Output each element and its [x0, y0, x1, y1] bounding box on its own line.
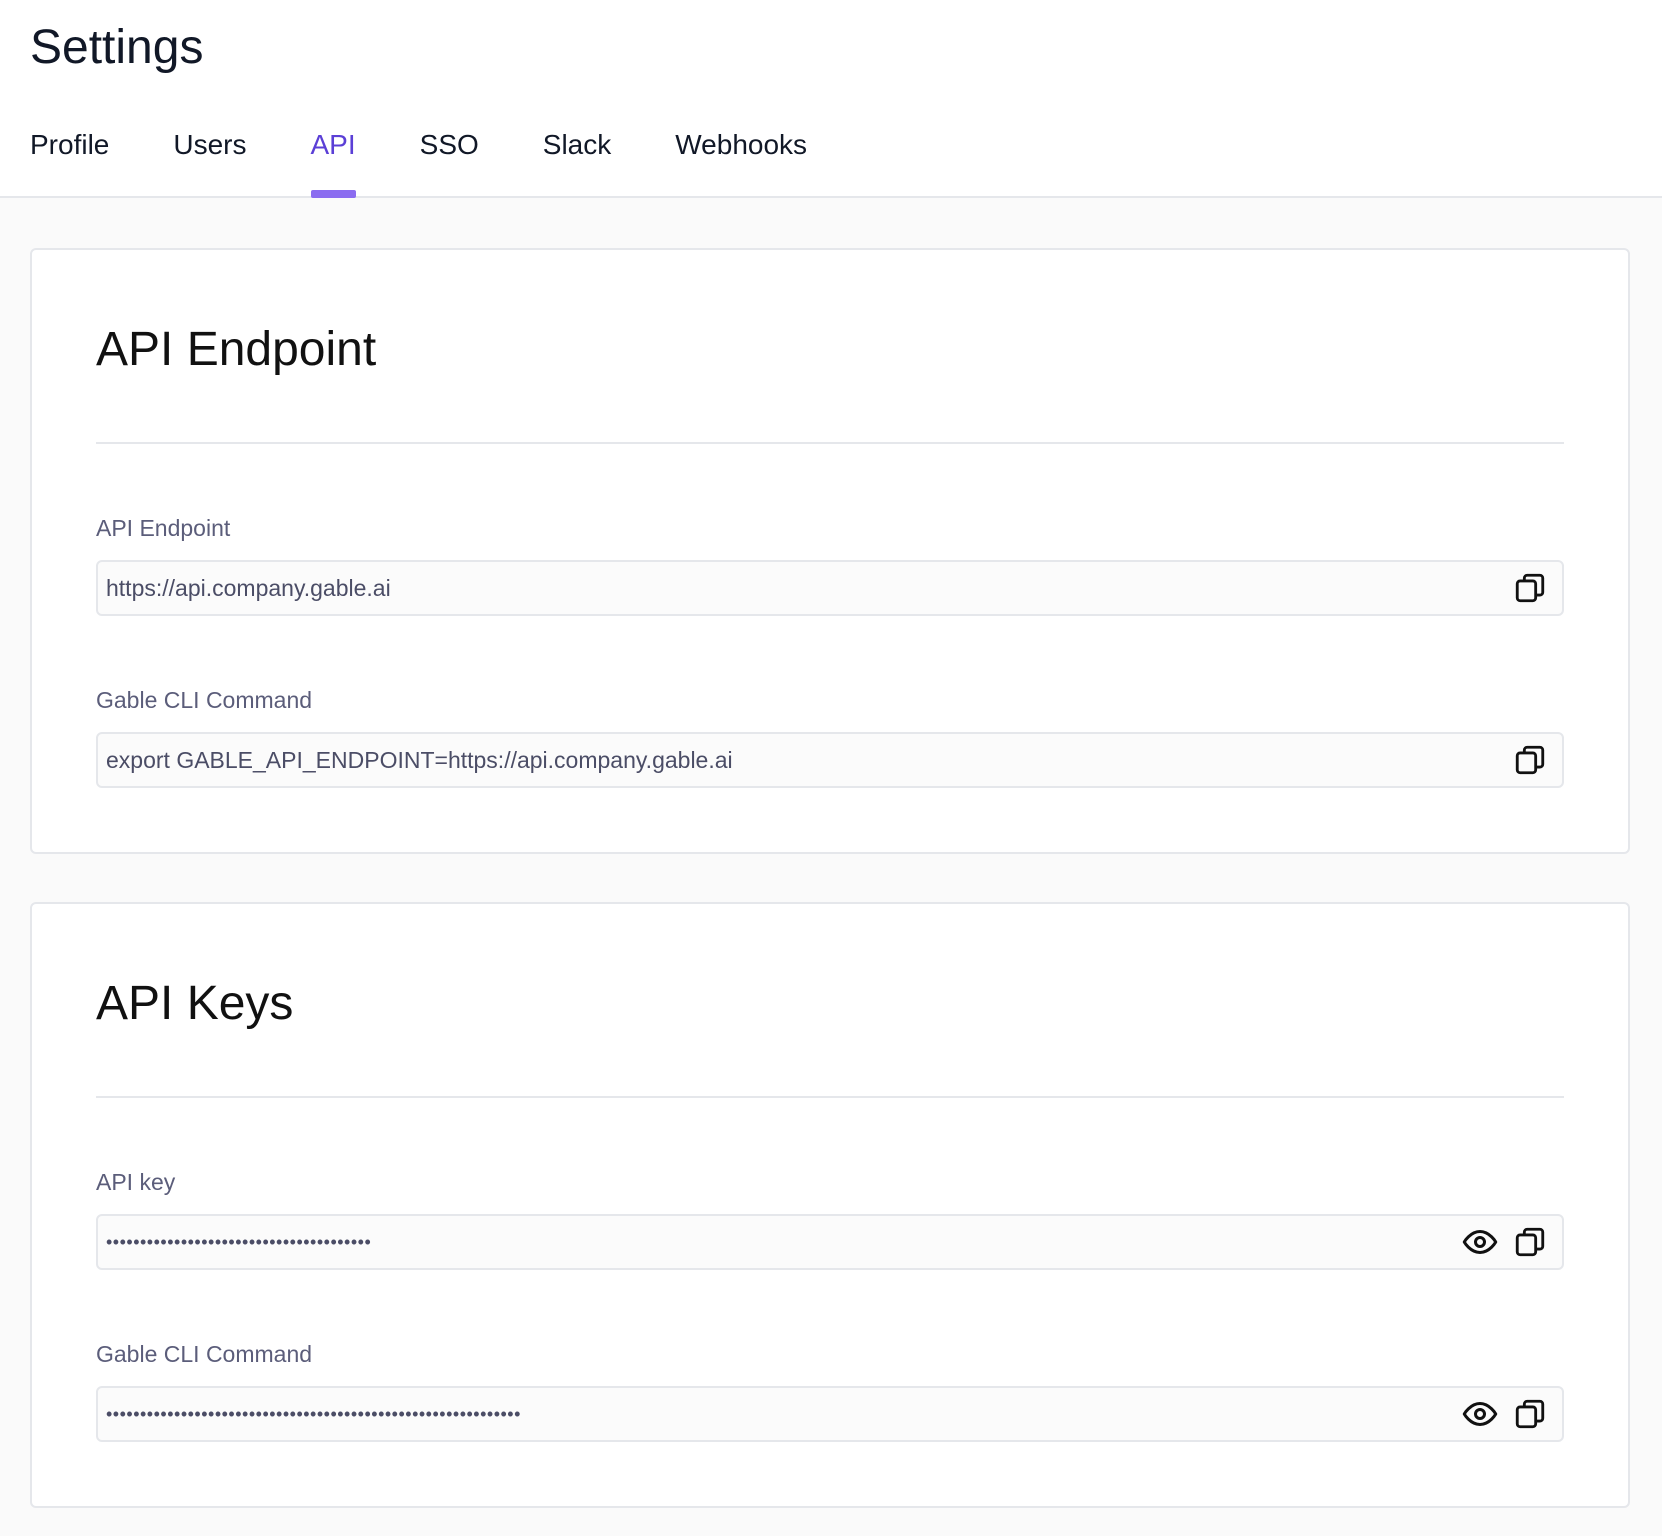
page-title: Settings — [30, 21, 204, 74]
copy-icon[interactable] — [1510, 568, 1550, 608]
divider — [96, 442, 1564, 444]
eye-icon[interactable] — [1460, 1222, 1500, 1262]
keys-cli-command-label: Gable CLI Command — [96, 1341, 313, 1367]
tab-users[interactable]: Users — [173, 116, 246, 196]
api-key-field[interactable]: ••••••••••••••••••••••••••••••••••••••• — [96, 1214, 1564, 1270]
copy-icon[interactable] — [1510, 1394, 1550, 1434]
api-key-value[interactable]: ••••••••••••••••••••••••••••••••••••••• — [98, 1232, 1460, 1253]
tab-slack[interactable]: Slack — [543, 116, 611, 196]
endpoint-cli-command-field[interactable]: export GABLE_API_ENDPOINT=https://api.co… — [96, 732, 1564, 788]
api-key-label: API key — [96, 1169, 176, 1195]
tab-profile[interactable]: Profile — [30, 116, 109, 196]
api-endpoint-value[interactable]: https://api.company.gable.ai — [98, 575, 1510, 602]
api-endpoint-card-title: API Endpoint — [96, 323, 377, 376]
endpoint-cli-command-value[interactable]: export GABLE_API_ENDPOINT=https://api.co… — [98, 747, 1510, 774]
api-keys-card: API Keys API key •••••••••••••••••••••••… — [30, 902, 1630, 1508]
api-endpoint-card: API Endpoint API Endpoint https://api.co… — [30, 248, 1630, 854]
api-endpoint-field[interactable]: https://api.company.gable.ai — [96, 560, 1564, 616]
tab-webhooks[interactable]: Webhooks — [675, 116, 807, 196]
copy-icon[interactable] — [1510, 740, 1550, 780]
tab-sso[interactable]: SSO — [420, 116, 479, 196]
settings-tabs: Profile Users API SSO Slack Webhooks — [30, 116, 871, 198]
tab-api[interactable]: API — [310, 116, 356, 198]
settings-header: Settings Profile Users API SSO Slack Web… — [0, 0, 1662, 198]
endpoint-cli-command-label: Gable CLI Command — [96, 687, 313, 713]
api-endpoint-label: API Endpoint — [96, 515, 231, 541]
copy-icon[interactable] — [1510, 1222, 1550, 1262]
keys-cli-command-field[interactable]: ••••••••••••••••••••••••••••••••••••••••… — [96, 1386, 1564, 1442]
divider — [96, 1096, 1564, 1098]
keys-cli-command-value[interactable]: ••••••••••••••••••••••••••••••••••••••••… — [98, 1404, 1460, 1425]
api-keys-card-title: API Keys — [96, 977, 294, 1030]
eye-icon[interactable] — [1460, 1394, 1500, 1434]
